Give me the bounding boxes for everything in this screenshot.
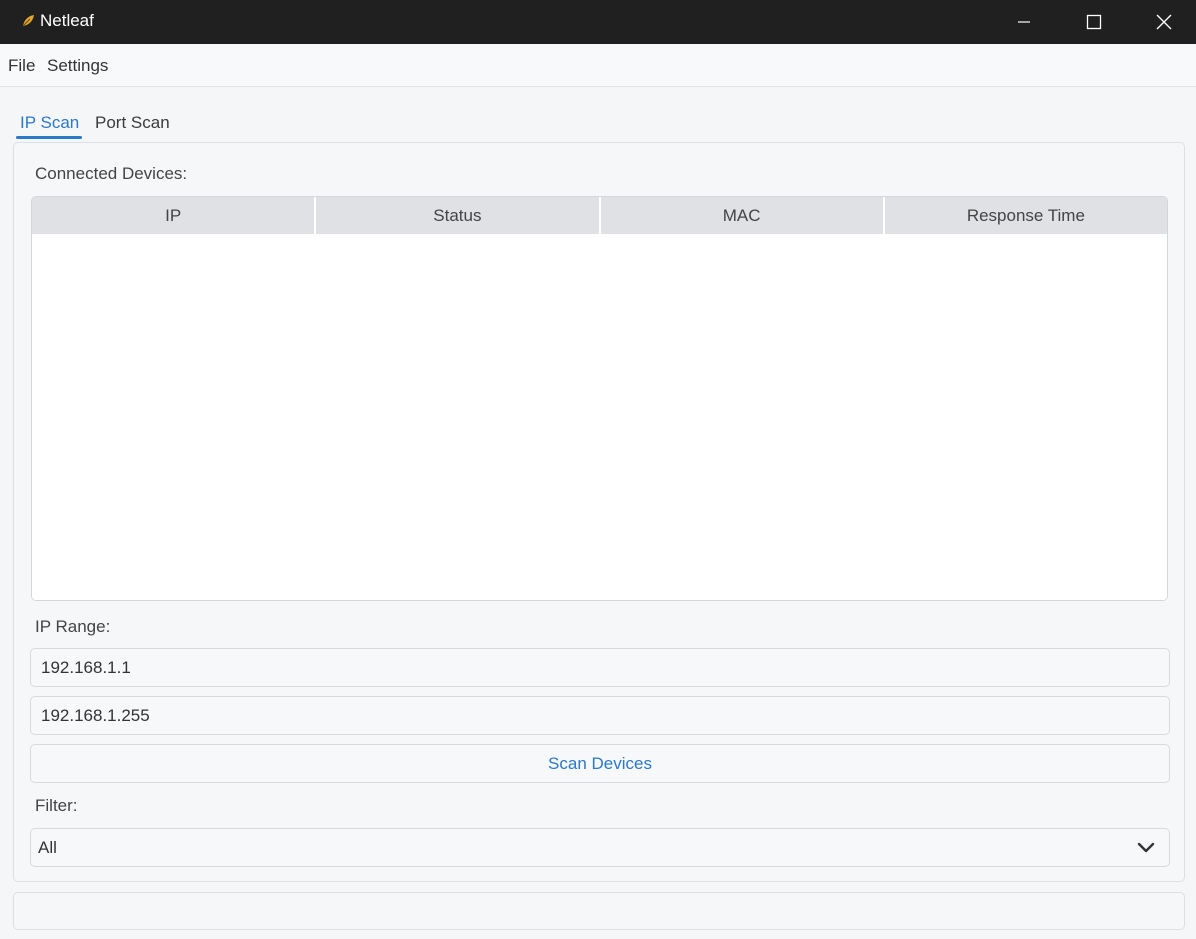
column-header-ip[interactable]: IP	[32, 197, 317, 234]
column-header-mac[interactable]: MAC	[601, 197, 885, 234]
column-header-status[interactable]: Status	[316, 197, 601, 234]
menu-bar: File Settings	[0, 44, 1196, 87]
column-header-response-time[interactable]: Response Time	[885, 197, 1167, 234]
close-icon	[1156, 14, 1172, 30]
menu-settings[interactable]: Settings	[47, 56, 108, 76]
devices-table[interactable]: IP Status MAC Response Time	[31, 196, 1168, 601]
ip-range-label: IP Range:	[35, 617, 111, 636]
leaf-app-icon	[20, 13, 36, 29]
window-title: Netleaf	[40, 11, 94, 30]
ip-range-end-input[interactable]: 192.168.1.255	[30, 696, 1170, 735]
filter-label: Filter:	[35, 796, 78, 815]
table-body[interactable]	[32, 234, 1167, 600]
filter-select[interactable]: All	[30, 828, 1170, 867]
connected-devices-label: Connected Devices:	[35, 164, 188, 183]
title-bar: Netleaf	[0, 0, 1196, 44]
filter-selected-value: All	[38, 838, 57, 857]
minimize-icon	[1018, 21, 1030, 23]
menu-file[interactable]: File	[8, 56, 35, 76]
chevron-down-icon	[1137, 842, 1155, 853]
close-button[interactable]	[1129, 0, 1196, 44]
ip-range-start-input[interactable]: 192.168.1.1	[30, 648, 1170, 687]
minimize-button[interactable]	[989, 0, 1059, 44]
maximize-icon	[1086, 14, 1102, 30]
active-tab-indicator	[16, 136, 82, 139]
maximize-button[interactable]	[1059, 0, 1129, 44]
table-header: IP Status MAC Response Time	[32, 197, 1167, 234]
status-bar	[13, 892, 1185, 930]
tab-ip-scan[interactable]: IP Scan	[20, 113, 79, 133]
scan-devices-button[interactable]: Scan Devices	[30, 744, 1170, 783]
tab-port-scan[interactable]: Port Scan	[95, 113, 170, 133]
ip-scan-panel: Connected Devices: IP Status MAC Respons…	[13, 142, 1185, 882]
